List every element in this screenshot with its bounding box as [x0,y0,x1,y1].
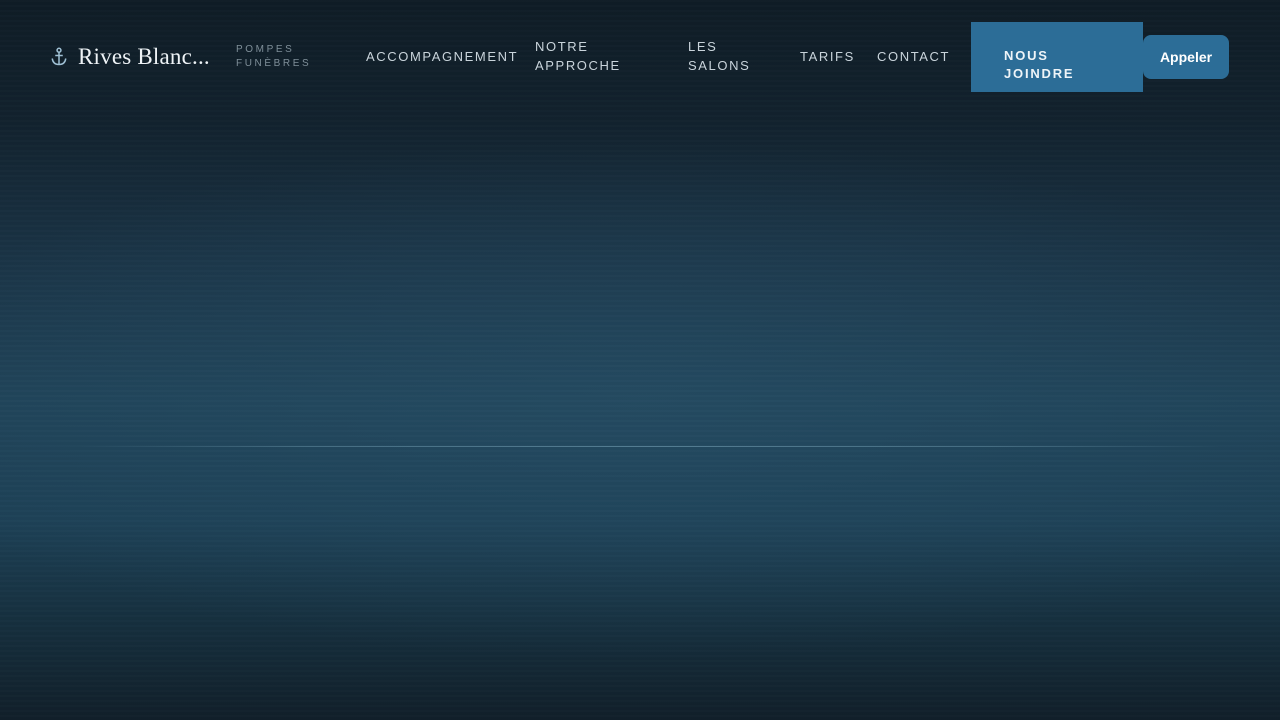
nav-link-label: NOTRE [535,39,589,54]
brand-logo-link[interactable]: Rives Blanc... [50,40,210,74]
contact-us-button[interactable]: NOUS JOINDRE [971,22,1143,92]
nav-link-label: LES [688,39,718,54]
nav-link-contact[interactable]: CONTACT [877,47,950,66]
anchor-icon [51,47,67,66]
brand-tagline-line: POMPES [236,44,295,55]
brand-name: Rives Blanc... [78,44,210,69]
hero-horizon-line [80,446,1220,447]
call-button[interactable]: Appeler [1143,35,1229,79]
nav-link-label: CONTACT [877,49,951,64]
nav-link-notre-approche[interactable]: NOTRE APPROCHE [535,37,621,75]
nav-link-label: TARIFS [800,49,855,64]
nav-link-label: ACCOMPAGNEMENT [366,49,519,64]
contact-us-button-label: JOINDRE [1004,66,1075,81]
nav-link-les-salons[interactable]: LES SALONS [688,37,750,75]
brand-tagline: POMPES FUNÈBRES [236,43,311,71]
nav-link-tarifs[interactable]: TARIFS [800,47,855,66]
nav-link-accompagnement[interactable]: ACCOMPAGNEMENT [366,47,518,66]
nav-link-label: SALONS [688,58,751,73]
brand-tagline-line: FUNÈBRES [236,58,312,69]
nav-link-label: APPROCHE [535,58,621,73]
site-header: Rives Blanc... POMPES FUNÈBRES ACCOMPAGN… [0,0,1280,112]
contact-us-button-label: NOUS [1004,48,1049,63]
